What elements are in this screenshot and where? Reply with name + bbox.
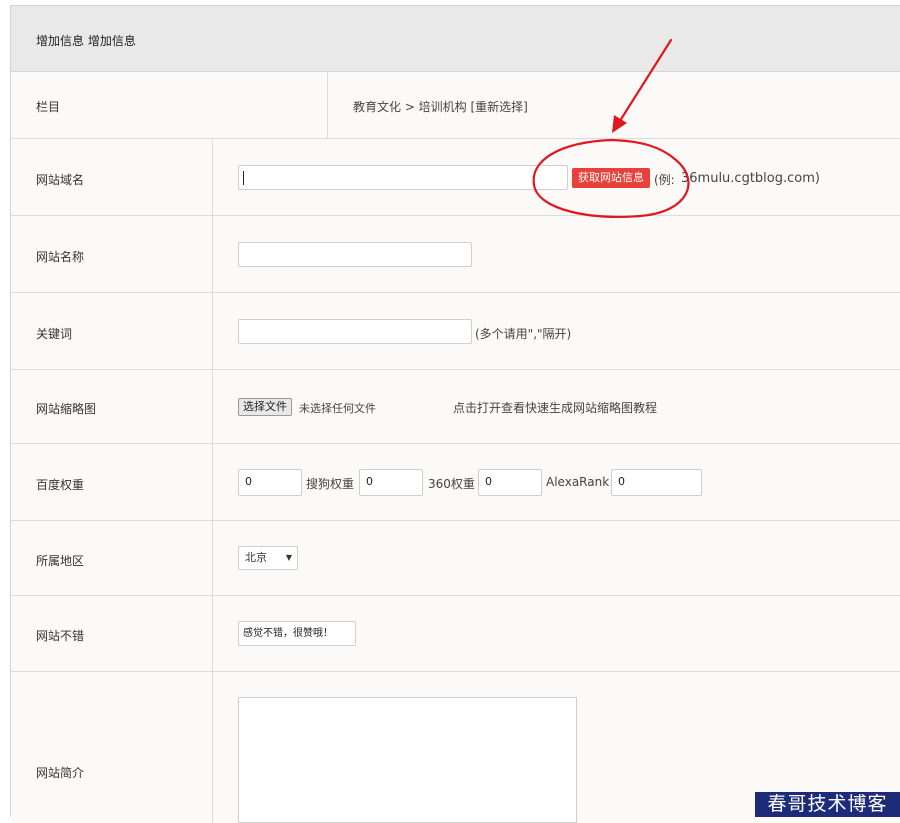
site-name-divider bbox=[212, 216, 213, 292]
s360-weight-label: 360权重 bbox=[428, 477, 475, 491]
baidu-weight-label: 百度权重 bbox=[36, 478, 85, 492]
no-file-text: 未选择任何文件 bbox=[299, 402, 376, 415]
category-label: 栏目 bbox=[36, 100, 61, 114]
intro-textarea[interactable] bbox=[238, 697, 577, 823]
weights-row: 百度权重 0 搜狗权重 0 360权重 0 AlexaRank 0 bbox=[11, 444, 900, 521]
keywords-input[interactable] bbox=[238, 319, 472, 344]
domain-example-value: 36mulu.cgtblog.com) bbox=[681, 171, 820, 186]
sogou-weight-label: 搜狗权重 bbox=[306, 477, 355, 491]
text-caret bbox=[243, 171, 244, 185]
keywords-row: 关键词 (多个请用","隔开) bbox=[11, 293, 900, 370]
form-frame: 增加信息 增加信息 栏目 教育文化 > 培训机构 [重新选择] 网站域名 获取网… bbox=[10, 5, 900, 823]
form-title: 增加信息 增加信息 bbox=[36, 34, 136, 48]
region-row: 所属地区 北京 ▼ bbox=[11, 521, 900, 596]
intro-divider bbox=[212, 672, 213, 823]
intro-label: 网站简介 bbox=[36, 766, 85, 780]
region-selected-value: 北京 bbox=[245, 551, 267, 564]
thumbnail-label: 网站缩略图 bbox=[36, 402, 97, 416]
thumbnail-row: 网站缩略图 选择文件 未选择任何文件 点击打开查看快速生成网站缩略图教程 bbox=[11, 370, 900, 444]
region-label: 所属地区 bbox=[36, 554, 85, 568]
thumbnail-divider bbox=[212, 370, 213, 443]
thumbnail-tutorial-link[interactable]: 点击打开查看快速生成网站缩略图教程 bbox=[453, 399, 657, 416]
form-header: 增加信息 增加信息 bbox=[11, 6, 900, 72]
domain-divider bbox=[212, 139, 213, 215]
rating-input[interactable]: 感觉不错，很赞哦！ bbox=[238, 621, 356, 646]
category-divider bbox=[327, 72, 328, 138]
keywords-label: 关键词 bbox=[36, 327, 73, 341]
keywords-divider bbox=[212, 293, 213, 369]
weights-divider bbox=[212, 444, 213, 520]
s360-weight-input[interactable]: 0 bbox=[478, 469, 542, 496]
site-name-input[interactable] bbox=[238, 242, 472, 267]
region-select[interactable]: 北京 ▼ bbox=[238, 546, 298, 570]
category-row: 栏目 教育文化 > 培训机构 [重新选择] bbox=[11, 72, 900, 139]
domain-row: 网站域名 获取网站信息 (例: 36mulu.cgtblog.com) bbox=[11, 139, 900, 216]
baidu-weight-input[interactable]: 0 bbox=[238, 469, 302, 496]
keywords-hint: (多个请用","隔开) bbox=[475, 327, 572, 341]
fetch-site-info-button[interactable]: 获取网站信息 bbox=[572, 168, 650, 188]
domain-example-prefix: (例: bbox=[654, 173, 675, 187]
alexa-rank-label: AlexaRank bbox=[546, 475, 610, 489]
rating-label: 网站不错 bbox=[36, 629, 85, 643]
category-path-link[interactable]: 教育文化 > 培训机构 [重新选择] bbox=[353, 98, 528, 115]
choose-file-button[interactable]: 选择文件 bbox=[238, 398, 292, 416]
sogou-weight-input[interactable]: 0 bbox=[359, 469, 423, 496]
dropdown-arrow-icon: ▼ bbox=[285, 553, 292, 562]
region-divider bbox=[212, 521, 213, 595]
domain-label: 网站域名 bbox=[36, 173, 85, 187]
watermark-badge: 春哥技术博客 bbox=[755, 792, 900, 817]
site-name-label: 网站名称 bbox=[36, 250, 85, 264]
rating-row: 网站不错 感觉不错，很赞哦！ bbox=[11, 596, 900, 672]
site-name-row: 网站名称 bbox=[11, 216, 900, 293]
rating-divider bbox=[212, 596, 213, 671]
domain-input[interactable] bbox=[238, 165, 568, 190]
alexa-rank-input[interactable]: 0 bbox=[611, 469, 702, 496]
